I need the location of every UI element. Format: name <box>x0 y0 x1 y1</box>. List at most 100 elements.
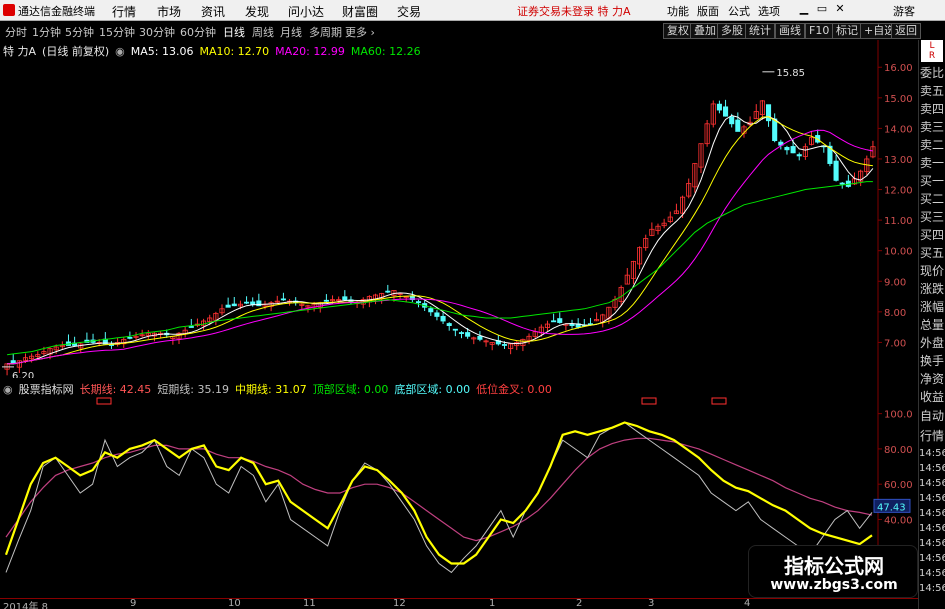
candle-body <box>465 332 471 337</box>
fuquan-button[interactable]: 复权 <box>663 23 693 39</box>
sidebar-item[interactable]: 买一 <box>919 172 945 190</box>
menu-jiaoyi[interactable]: 交易 <box>397 3 421 20</box>
candle-body <box>790 146 796 154</box>
close-icon[interactable]: ✕ <box>833 2 847 16</box>
date-tick: 9 <box>130 598 137 609</box>
menu-zixun[interactable]: 资讯 <box>201 3 225 20</box>
sidebar-item[interactable]: 14:56 <box>919 491 945 506</box>
ma60-label: MA60: 12.26 <box>350 45 421 58</box>
diejia-button[interactable]: 叠加 <box>690 23 720 39</box>
period-multi[interactable]: 多周期 <box>309 24 342 40</box>
sidebar-item[interactable]: 14:56 <box>919 476 945 491</box>
login-alert[interactable]: 证券交易未登录 特 力A <box>517 3 631 19</box>
sidebar-item[interactable]: 自动 <box>919 406 945 426</box>
value-badge-label: 47.43 <box>877 502 906 513</box>
sidebar-item[interactable]: 买二 <box>919 190 945 208</box>
kline-svg: 16.00 15.00 14.00 13.00 12.00 11.00 10.00 9.00 8… <box>0 40 918 382</box>
period-more[interactable]: 更多 › <box>345 24 375 40</box>
sidebar-item[interactable]: 委比 <box>919 64 945 82</box>
candle-body <box>415 301 422 304</box>
sidebar-item[interactable]: 买三 <box>919 208 945 226</box>
f10-button[interactable]: F10 <box>805 23 834 39</box>
candle-body <box>280 298 286 301</box>
sidebar-item[interactable]: 14:56 <box>919 461 945 476</box>
period-1min[interactable]: 1分钟 <box>32 24 61 40</box>
date-tick: 3 <box>648 598 655 609</box>
guest-user[interactable]: 游客 <box>893 3 915 19</box>
chart-bg <box>0 40 918 380</box>
menu-caifuquan[interactable]: 财富圈 <box>342 3 378 20</box>
lr-badge[interactable]: LR <box>921 40 943 62</box>
sidebar-item[interactable]: 收益 <box>919 388 945 406</box>
main-legend: 特 力A (日线 前复权) ◉ MA5: 13.06 MA10: 12.70 MA20: … <box>3 43 427 59</box>
sidebar-item[interactable]: 卖一 <box>919 154 945 172</box>
menu-faxian[interactable]: 发现 <box>245 3 269 20</box>
sidebar-item[interactable]: 卖二 <box>919 136 945 154</box>
date-tick: 2014年 8 <box>3 602 48 609</box>
sidebar-item[interactable]: 14:56 <box>919 551 945 566</box>
back-button[interactable]: 返回 <box>891 23 921 39</box>
sidebar-item[interactable]: 买五 <box>919 244 945 262</box>
sidebar-item[interactable]: 涨跌 <box>919 280 945 298</box>
settings-icon[interactable]: ◉ <box>115 45 125 58</box>
indicator-name: 股票指标网 <box>18 383 74 396</box>
sidebar-item[interactable]: 卖三 <box>919 118 945 136</box>
period-5min[interactable]: 5分钟 <box>65 24 94 40</box>
period-15min[interactable]: 15分钟 <box>99 24 135 40</box>
menu-gongshi[interactable]: 公式 <box>728 3 750 19</box>
sidebar-item[interactable]: 14:56 <box>919 446 945 461</box>
duogu-button[interactable]: 多股 <box>717 23 747 39</box>
candle-body <box>188 326 194 328</box>
candle-body <box>434 312 440 317</box>
menu-shichang[interactable]: 市场 <box>157 3 181 20</box>
period-fenshi[interactable]: 分时 <box>5 24 27 40</box>
candle-body <box>452 328 458 331</box>
sidebar-item[interactable]: 总量 <box>919 316 945 334</box>
menu-hangqing[interactable]: 行情 <box>112 3 136 20</box>
menu-banmian[interactable]: 版面 <box>697 3 719 19</box>
short-line-label: 短期线: 35.19 <box>157 383 230 396</box>
mid-line-label: 中期线: 31.07 <box>235 383 307 396</box>
period-weekly[interactable]: 周线 <box>252 24 274 40</box>
sidebar-badge[interactable]: LR <box>919 40 945 64</box>
app-logo-icon <box>3 4 15 16</box>
kline-chart[interactable]: 16.00 15.00 14.00 13.00 12.00 11.00 10.00 9.00 8… <box>0 40 918 382</box>
stock-name: 特 力A <box>3 45 37 58</box>
price-tick-label: 11.00 <box>884 216 913 227</box>
sidebar-item[interactable]: 换手 <box>919 352 945 370</box>
sidebar-item[interactable]: 行情 <box>919 426 945 446</box>
maximize-icon[interactable]: ▭ <box>815 2 829 16</box>
sidebar-item[interactable]: 14:56 <box>919 521 945 536</box>
tongji-button[interactable]: 统计 <box>745 23 775 39</box>
huaxian-button[interactable]: 画线 <box>775 23 805 39</box>
candle-body <box>735 119 741 132</box>
minimize-icon[interactable]: ▁ <box>797 2 811 16</box>
sidebar-item[interactable]: 14:56 <box>919 506 945 521</box>
indicator-settings-icon[interactable]: ◉ <box>3 383 13 396</box>
period-daily[interactable]: 日线 <box>223 24 245 40</box>
sidebar-item[interactable]: 买四 <box>919 226 945 244</box>
sidebar-item[interactable]: 净资 <box>919 370 945 388</box>
sidebar-item[interactable]: 14:56 <box>919 566 945 581</box>
period-monthly[interactable]: 月线 <box>280 24 302 40</box>
sidebar-item[interactable]: 卖四 <box>919 100 945 118</box>
period-30min[interactable]: 30分钟 <box>139 24 175 40</box>
sidebar-item[interactable]: 外盘 <box>919 334 945 352</box>
candle-body <box>716 103 722 111</box>
price-tick-label: 15.00 <box>884 94 913 105</box>
sidebar-item[interactable]: 现价 <box>919 262 945 280</box>
menu-xuanxiang[interactable]: 选项 <box>758 3 780 19</box>
sidebar-item[interactable]: 14:56 <box>919 581 945 596</box>
date-axis: 2014年 8 9 10 11 12 1 2 3 4 <box>0 598 918 609</box>
ind-tick-label: 80.00 <box>884 445 913 456</box>
biaoji-button[interactable]: 标记 <box>832 23 862 39</box>
menu-gongneng[interactable]: 功能 <box>667 3 689 19</box>
candle-body <box>244 301 250 304</box>
sidebar-item[interactable]: 涨幅 <box>919 298 945 316</box>
menu-wenxiaoda[interactable]: 问小达 <box>288 3 324 20</box>
period-60min[interactable]: 60分钟 <box>180 24 216 40</box>
date-tick: 11 <box>303 598 316 609</box>
candle-body <box>342 296 348 301</box>
sidebar-item[interactable]: 14:56 <box>919 536 945 551</box>
sidebar-item[interactable]: 卖五 <box>919 82 945 100</box>
